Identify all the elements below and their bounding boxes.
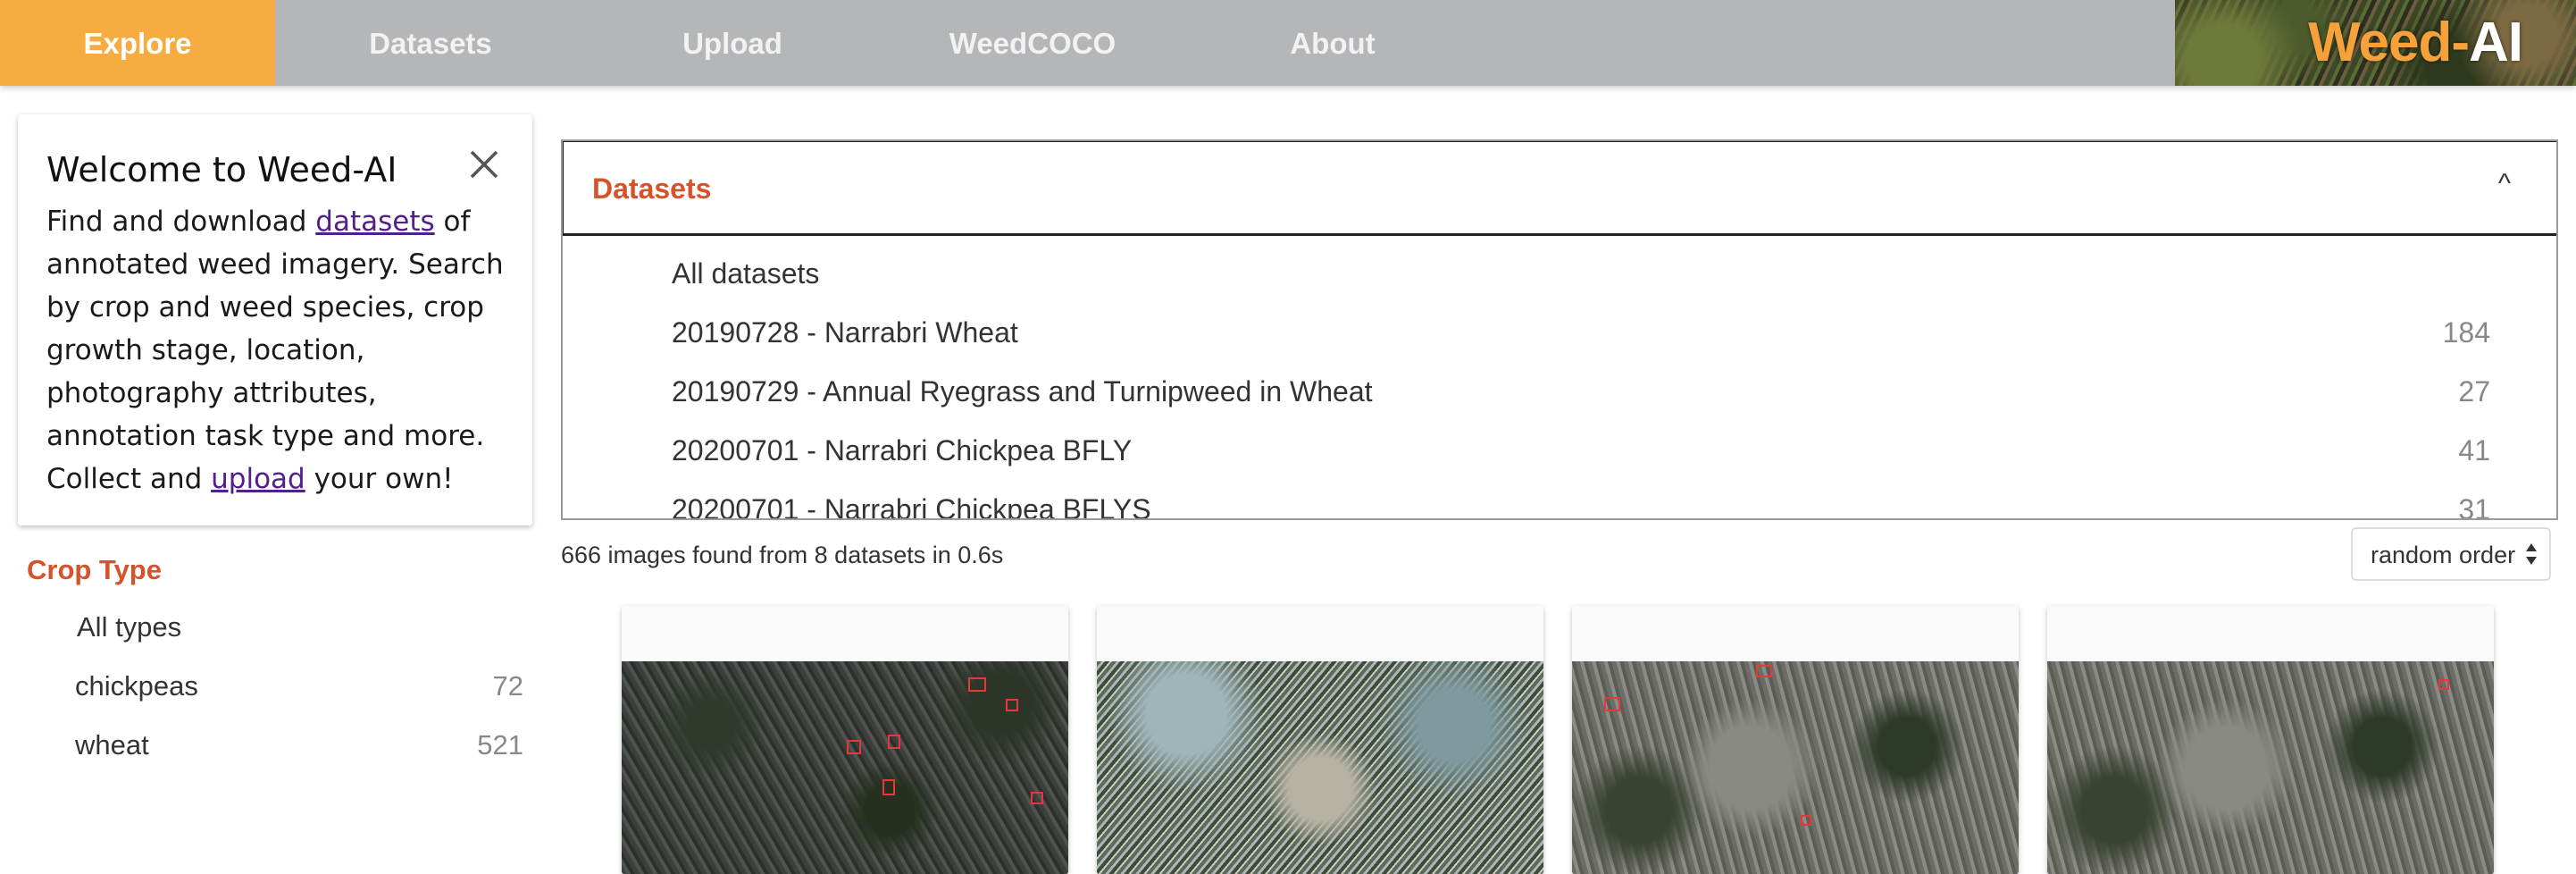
facet-item-wheat[interactable]: wheat 521 <box>75 729 523 779</box>
annotation-box <box>1604 697 1620 711</box>
annotation-box <box>1801 815 1811 826</box>
close-icon[interactable] <box>464 145 504 184</box>
datasets-link[interactable]: datasets <box>315 206 434 238</box>
nav-upload[interactable]: Upload <box>600 0 865 86</box>
sort-select[interactable]: random order <box>2351 527 2551 581</box>
dataset-item[interactable]: 20190728 - Narrabri Wheat 184 <box>672 316 2490 366</box>
image-thumbnail <box>622 661 1068 874</box>
dataset-item-count: 184 <box>2442 316 2490 349</box>
dataset-item-count: 27 <box>2458 375 2490 408</box>
dataset-item-label: 20190728 - Narrabri Wheat <box>672 316 1018 349</box>
facet-item-label: wheat <box>75 729 149 761</box>
welcome-card: Welcome to Weed-AI Find and download dat… <box>18 114 532 525</box>
annotation-box <box>888 735 900 749</box>
annotation-box <box>1031 792 1043 804</box>
facet-item-count: 72 <box>492 670 523 702</box>
facet-item-chickpeas[interactable]: chickpeas 72 <box>75 670 523 720</box>
nav-weedcoco[interactable]: WeedCOCO <box>902 0 1163 86</box>
dataset-item[interactable]: 20200701 - Narrabri Chickpea BFLY 41 <box>672 434 2490 484</box>
image-thumbnail <box>1097 661 1543 874</box>
dataset-item-label: All datasets <box>672 257 820 290</box>
facet-item-label: All types <box>77 611 182 643</box>
datasets-panel-title: Datasets <box>592 172 712 205</box>
dataset-item[interactable]: 20200701 - Narrabri Chickpea BFLYS 31 <box>672 493 2490 520</box>
annotation-box <box>1756 665 1772 677</box>
welcome-text: Find and download datasets of annotated … <box>46 206 504 495</box>
image-card[interactable] <box>1097 606 1543 874</box>
annotation-box <box>1006 699 1018 711</box>
brand-logo-text: Weed-AI <box>2308 12 2523 73</box>
facet-item-label: chickpeas <box>75 670 198 702</box>
brand-logo[interactable]: Weed-AI <box>2175 0 2576 86</box>
upload-link[interactable]: upload <box>211 463 305 495</box>
datasets-panel-header[interactable]: Datasets ^ <box>563 141 2556 236</box>
dataset-item-label: 20190729 - Annual Ryegrass and Turnipwee… <box>672 375 1373 408</box>
chevron-up-icon: ^ <box>2497 169 2511 198</box>
dataset-item-count: 41 <box>2458 434 2490 466</box>
annotation-box <box>2438 679 2449 690</box>
image-card[interactable] <box>2047 606 2494 874</box>
dataset-item[interactable]: 20190729 - Annual Ryegrass and Turnipwee… <box>672 375 2490 425</box>
crop-type-title: Crop Type <box>27 554 162 585</box>
dataset-item-all[interactable]: All datasets <box>672 257 2490 307</box>
nav-about[interactable]: About <box>1202 0 1463 86</box>
welcome-title: Welcome to Weed-AI <box>46 150 397 189</box>
annotation-box <box>847 740 861 754</box>
dataset-item-label: 20200701 - Narrabri Chickpea BFLYS <box>672 493 1151 520</box>
top-nav: Explore Datasets Upload WeedCOCO About W… <box>0 0 2576 86</box>
image-thumbnail <box>1572 661 2019 874</box>
image-thumbnail <box>2047 661 2494 874</box>
select-arrows-icon <box>2524 538 2538 570</box>
facet-item-all-types[interactable]: All types <box>77 611 525 661</box>
datasets-panel: Datasets ^ All datasets 20190728 - Narra… <box>561 139 2558 520</box>
sort-select-value: random order <box>2371 542 2516 568</box>
image-card[interactable] <box>1572 606 2019 874</box>
nav-datasets[interactable]: Datasets <box>300 0 561 86</box>
results-status: 666 images found from 8 datasets in 0.6s <box>561 542 1004 568</box>
dataset-item-count: 31 <box>2458 493 2490 520</box>
dataset-item-label: 20200701 - Narrabri Chickpea BFLY <box>672 434 1133 466</box>
image-card[interactable] <box>622 606 1068 874</box>
facet-item-count: 521 <box>477 729 523 761</box>
annotation-box <box>968 677 986 692</box>
nav-explore[interactable]: Explore <box>0 0 275 86</box>
annotation-box <box>882 779 895 795</box>
